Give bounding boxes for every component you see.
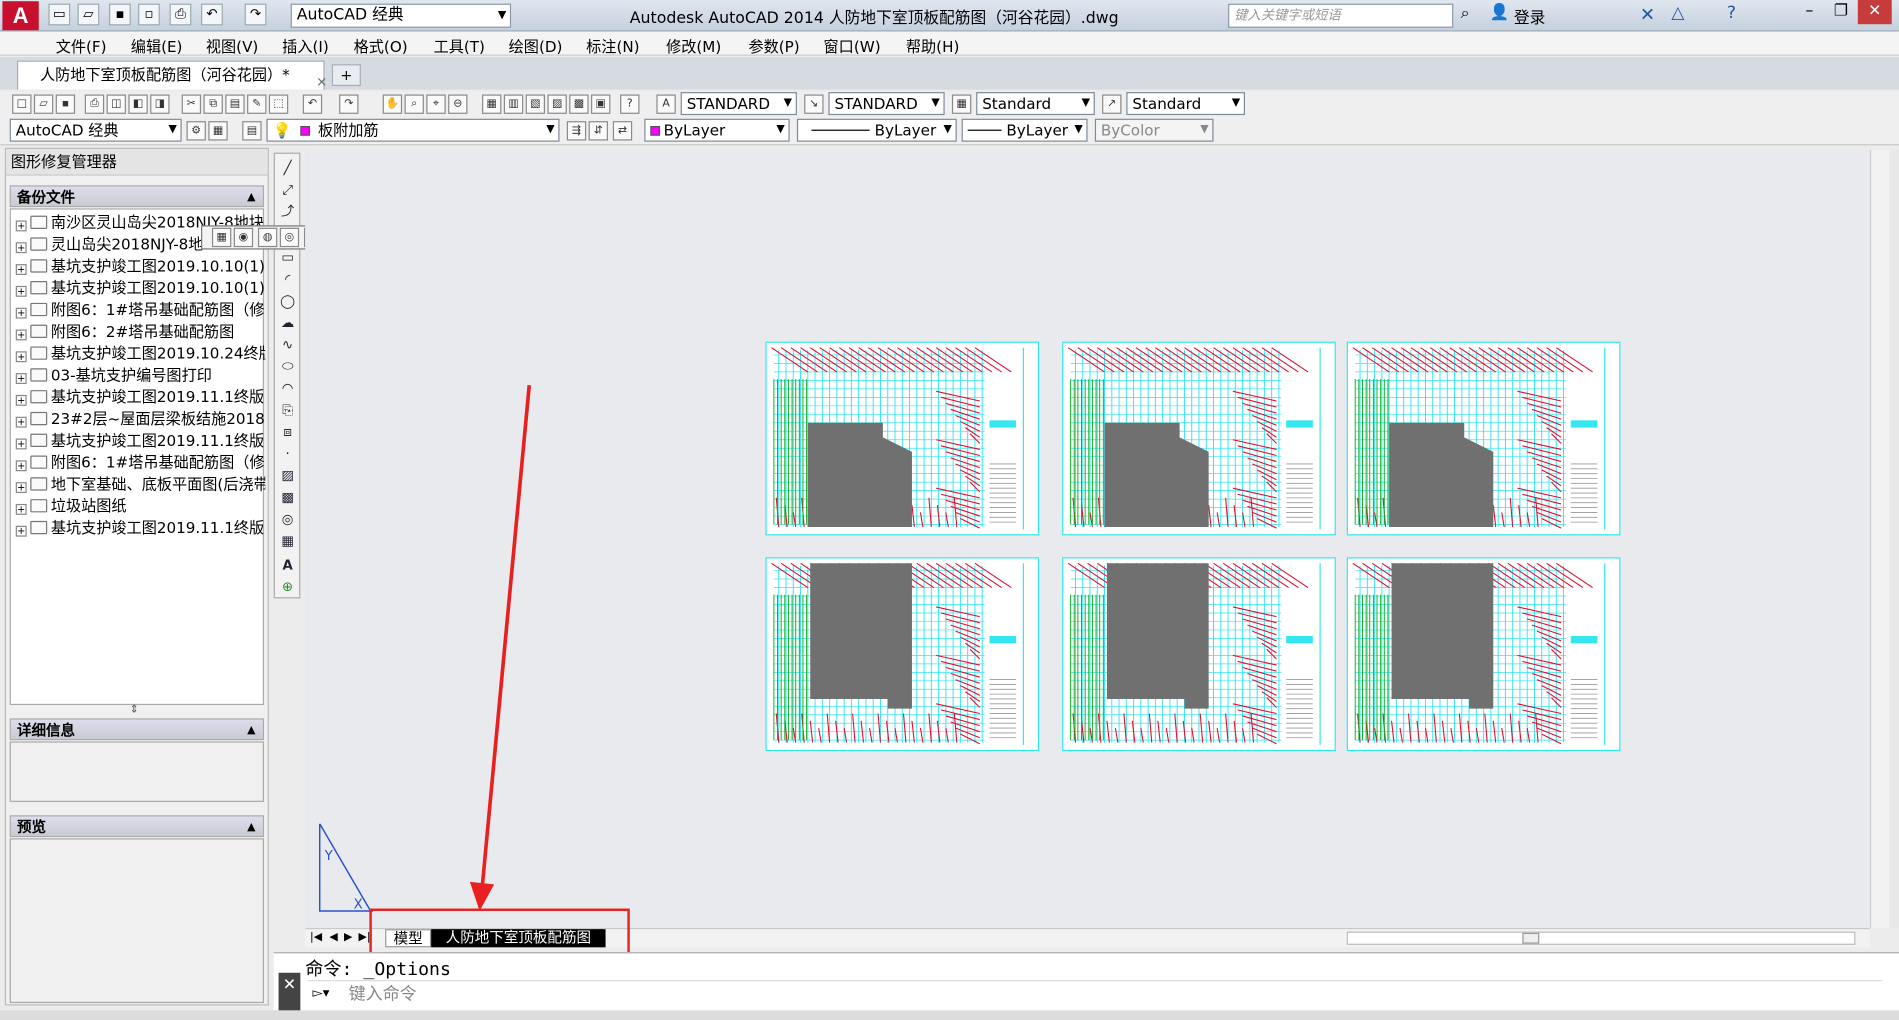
right-toolbar-strip [1889,150,1899,928]
maximize-icon[interactable]: ❐ [1824,0,1858,24]
table-style-icon[interactable]: ▦ [951,94,972,114]
multileader-style-icon[interactable]: ↗ [1102,94,1122,114]
lineweight-select[interactable]: ByLayer ▼ [961,118,1088,142]
login-link[interactable]: 登录 [1514,5,1546,28]
scroll-thumb[interactable] [1522,932,1540,944]
plotstyle-value: ByColor [1100,121,1160,140]
command-input[interactable]: 键入命令 [307,980,1883,1007]
drawing-sheet [1346,557,1621,752]
linetype-select[interactable]: ByLayer ▼ [796,118,957,142]
multileader-style-select[interactable]: Standard ▼ [1126,92,1246,116]
help-icon[interactable]: ? [1727,4,1736,23]
chevron-down-icon: ▼ [1081,96,1090,110]
next-tab-icon[interactable]: ▶ [344,929,352,947]
chevron-down-icon: ▼ [783,96,793,110]
menu-help[interactable]: 帮助(H) [906,34,959,57]
search-input[interactable]: 键入关键字或短语 [1228,3,1454,28]
minimize-icon[interactable]: – [1792,0,1826,24]
drawing-sheet [765,341,1040,536]
lineweight-sample [967,129,1002,131]
command-prompt-icon[interactable]: ▻▾ [312,985,329,1001]
chevron-down-icon: ▼ [776,123,785,136]
horizontal-scrollbar[interactable] [1346,931,1856,945]
annotation-arrow [469,385,532,911]
drawing-sheet [1062,341,1336,536]
table-style-value: Standard [982,94,1052,113]
drawing-sheet [765,557,1040,752]
close-icon[interactable]: ✕ [1857,0,1892,25]
lineweight-value: ByLayer [1006,121,1068,140]
menu-parametric[interactable]: 参数(P) [748,34,799,57]
text-style-select[interactable]: STANDARD ▼ [680,92,797,116]
window-title: Autodesk AutoCAD 2014 人防地下室顶板配筋图（河谷花园）.d… [629,9,1119,28]
prev-tab-icon[interactable]: ◀ [329,929,337,947]
exchange-icon[interactable]: ✕ [1640,4,1655,26]
multileader-style-value: Standard [1132,94,1202,113]
plotstyle-select[interactable]: ByColor ▼ [1094,118,1214,142]
dim-style-value: STANDARD [834,94,918,113]
command-history: 命令: _Options [305,958,451,981]
status-bar [0,1010,1899,1020]
linetype-value: ByLayer [874,121,937,140]
binoculars-icon[interactable]: ⌕ [1461,5,1470,23]
dim-style-select[interactable]: STANDARD ▼ [828,92,945,116]
drawing-sheet [1062,557,1336,752]
chevron-down-icon: ▼ [1231,96,1241,110]
chevron-down-icon: ▼ [1200,123,1209,136]
drawing-sheet [1346,341,1621,536]
autodesk-icon[interactable]: △ [1671,4,1684,23]
chevron-down-icon: ▼ [931,96,940,110]
table-style-select[interactable]: Standard ▼ [976,92,1095,116]
dim-style-icon[interactable]: ↘ [804,94,824,114]
user-icon: 👤 [1489,3,1510,22]
vertical-scrollbar[interactable] [1869,150,1890,928]
chevron-down-icon: ▼ [943,123,952,136]
linetype-sample [811,129,870,131]
chevron-down-icon: ▼ [1074,123,1083,136]
menu-window[interactable]: 窗口(W) [824,34,881,57]
first-tab-icon[interactable]: |◀ [310,929,322,947]
text-style-value: STANDARD [686,94,770,113]
